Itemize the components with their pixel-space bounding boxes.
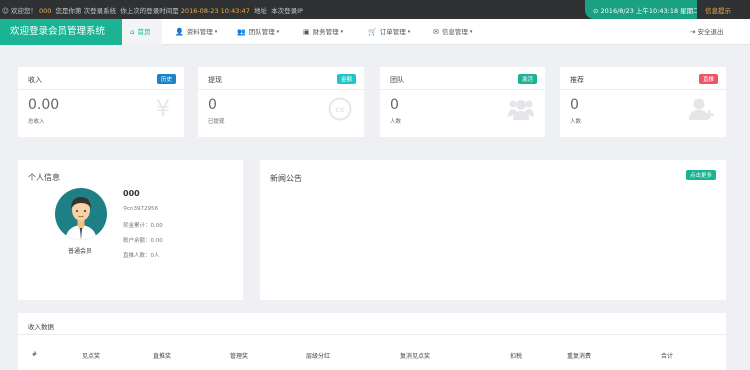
table-header-cell: 见点奖 bbox=[82, 353, 101, 360]
more-button[interactable]: 点击更多 bbox=[685, 170, 716, 180]
divider bbox=[18, 89, 184, 90]
news-panel: 新闻公告 点击更多 bbox=[260, 160, 726, 300]
table-header-cell: 直推奖 bbox=[153, 353, 172, 360]
profile-panel: 个人信息 普通会员 000 ⚲cn3972956 奖金累计：0.00 账户余额：… bbox=[18, 160, 243, 300]
account-balance: 账户余额：0.00 bbox=[123, 238, 163, 244]
stat-title: 收入 bbox=[28, 76, 42, 84]
sign-out-icon: ⇥ bbox=[690, 28, 696, 36]
income-panel: 收入数据 # 见点奖 直推奖 管理奖 层级分红 复消见点奖 扣税 重复消费 合计 bbox=[18, 313, 726, 370]
yen-icon: ¥ bbox=[156, 97, 170, 122]
chevron-down-icon: ▾ bbox=[407, 29, 411, 35]
table-header-cell: 重复消费 bbox=[567, 353, 592, 360]
stat-badge: 激活 bbox=[517, 74, 537, 84]
user-icon: ☺ bbox=[2, 7, 9, 15]
group-icon bbox=[508, 100, 534, 120]
last-login-time: 2016-08-23 10:43:47 bbox=[180, 7, 250, 15]
stat-card-income: 收入 历史 0.00 总收入 ¥ bbox=[18, 67, 184, 137]
stat-value: 0 bbox=[208, 97, 217, 113]
cart-icon: 🛒 bbox=[368, 28, 377, 36]
stat-card-team: 团队 激活 0 人数 bbox=[380, 67, 545, 137]
nav-item-home[interactable]: ⌂ 首页 bbox=[122, 19, 162, 45]
panel-title: 收入数据 bbox=[28, 323, 54, 331]
welcome-message: ☺ 欢迎您！ 000 您是你第 次登录系统 你上次的登录时间是 2016-08-… bbox=[2, 7, 303, 15]
user-icon: 👤 bbox=[175, 28, 184, 36]
stat-value: 0.00 bbox=[28, 97, 60, 113]
panel-title: 新闻公告 bbox=[270, 174, 302, 183]
nav-item-messages[interactable]: ✉ 信息管理 ▾ bbox=[423, 19, 488, 45]
logout-button[interactable]: ⇥ 安全退出 bbox=[690, 19, 724, 45]
stat-value: 0 bbox=[390, 97, 399, 113]
stat-card-withdraw: 提现 金额 0 已提现 cc bbox=[198, 67, 364, 137]
chevron-down-icon: ▾ bbox=[214, 29, 218, 35]
table-header-cell: 管理奖 bbox=[230, 353, 249, 360]
divider bbox=[18, 334, 726, 335]
messages-link[interactable]: 信息提示 bbox=[705, 5, 731, 15]
table-header-cell: 扣税 bbox=[510, 353, 523, 360]
nav-item-team[interactable]: 👥 团队管理 ▾ bbox=[227, 19, 293, 45]
stat-badge: 金额 bbox=[336, 74, 356, 84]
avatar-image bbox=[65, 197, 97, 240]
home-icon: ⌂ bbox=[130, 28, 135, 36]
stat-value: 0 bbox=[570, 97, 579, 113]
chevron-down-icon: ▾ bbox=[469, 29, 473, 35]
stat-subtitle: 总收入 bbox=[28, 119, 45, 125]
nav-menu: ⌂ 首页 👤 资料管理 ▾ 👥 团队管理 ▾ ▣ 财务管理 ▾ 🛒 订单管理 ▾… bbox=[122, 19, 488, 45]
clock-display: ⊙ 2016/8/23 上午10:43:18 星期二 bbox=[585, 0, 697, 19]
stat-title: 提现 bbox=[208, 76, 222, 84]
top-status-bar: ☺ 欢迎您！ 000 您是你第 次登录系统 你上次的登录时间是 2016-08-… bbox=[0, 0, 750, 19]
table-header-cell: 复消见点奖 bbox=[400, 353, 431, 360]
stat-subtitle: 已提现 bbox=[208, 119, 225, 125]
member-role: 普通会员 bbox=[68, 248, 93, 255]
clock-icon: ⊙ bbox=[593, 7, 599, 15]
stat-badge: 直推 bbox=[698, 74, 718, 84]
table-header-cell: # bbox=[32, 351, 38, 358]
divider bbox=[560, 89, 726, 90]
bonus-total: 奖金累计：0.00 bbox=[123, 223, 163, 229]
stat-subtitle: 人数 bbox=[570, 119, 582, 125]
panel-title: 个人信息 bbox=[28, 173, 60, 182]
profile-id: ⚲cn3972956 bbox=[123, 206, 159, 212]
main-navbar: 欢迎登录会员管理系统 ⌂ 首页 👤 资料管理 ▾ 👥 团队管理 ▾ ▣ 财务管理… bbox=[0, 19, 750, 45]
divider bbox=[198, 89, 364, 90]
money-icon: ▣ bbox=[303, 28, 310, 36]
profile-name: 000 bbox=[123, 189, 140, 198]
table-header-cell: 合计 bbox=[661, 353, 674, 360]
stat-title: 团队 bbox=[390, 76, 404, 84]
chevron-down-icon: ▾ bbox=[340, 29, 344, 35]
users-icon: 👥 bbox=[237, 28, 246, 36]
user-plus-icon bbox=[689, 98, 714, 120]
table-header-cell: 层级分红 bbox=[306, 353, 331, 360]
stat-badge: 历史 bbox=[156, 74, 176, 84]
envelope-icon: ✉ bbox=[433, 28, 439, 36]
divider bbox=[380, 89, 545, 90]
nav-item-profile[interactable]: 👤 资料管理 ▾ bbox=[162, 19, 227, 45]
avatar bbox=[55, 188, 107, 240]
nav-item-orders[interactable]: 🛒 订单管理 ▾ bbox=[358, 19, 423, 45]
creative-commons-icon: cc bbox=[328, 97, 352, 121]
stat-title: 推荐 bbox=[570, 76, 584, 84]
nav-item-finance[interactable]: ▣ 财务管理 ▾ bbox=[293, 19, 358, 45]
stat-subtitle: 人数 bbox=[390, 119, 402, 125]
svg-text:cc: cc bbox=[335, 105, 345, 114]
chevron-down-icon: ▾ bbox=[276, 29, 280, 35]
stat-card-referral: 推荐 直推 0 人数 bbox=[560, 67, 726, 137]
direct-referrals: 直推人数：0人 bbox=[123, 253, 160, 259]
brand-title: 欢迎登录会员管理系统 bbox=[0, 19, 122, 45]
username: 000 bbox=[38, 7, 52, 15]
